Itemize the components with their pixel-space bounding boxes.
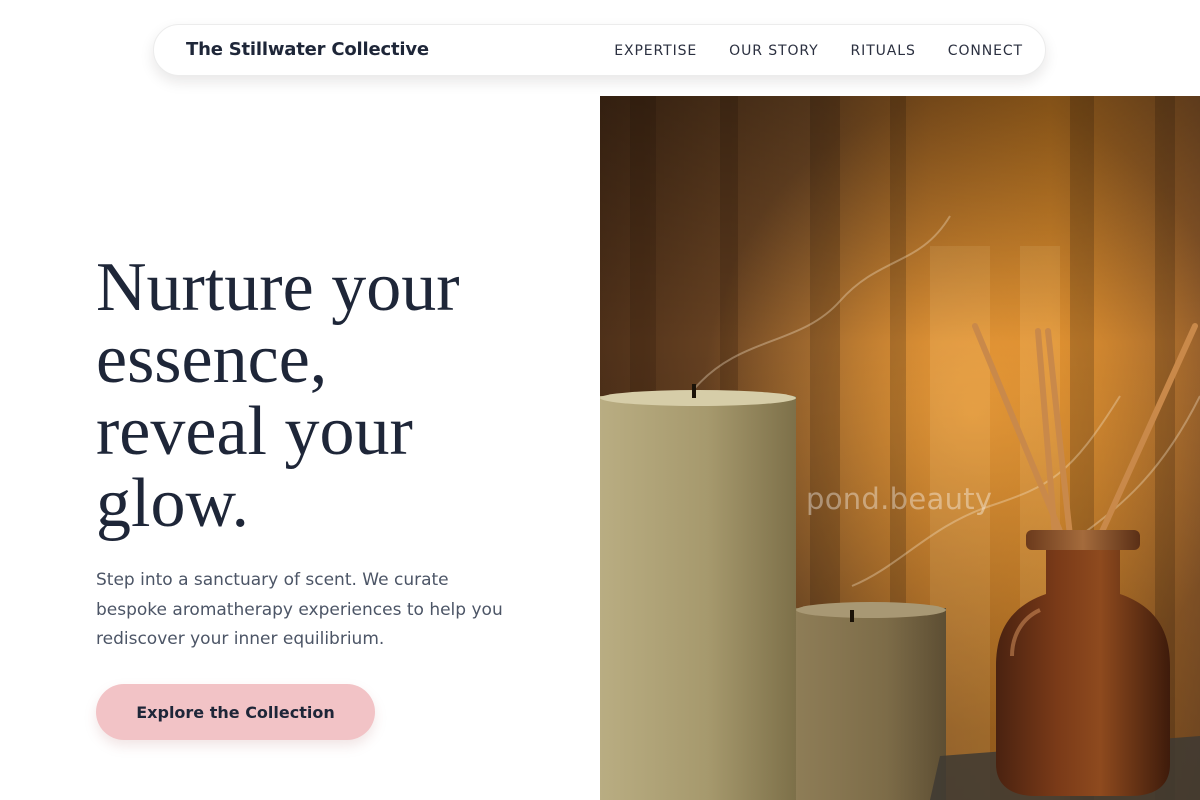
nav-link-expertise[interactable]: EXPERTISE xyxy=(614,42,697,60)
hero-image: pond.beauty xyxy=(600,96,1200,800)
image-watermark: pond.beauty xyxy=(806,482,993,516)
nav-link-rituals[interactable]: RITUALS xyxy=(851,42,916,60)
hero-description: Step into a sanctuary of scent. We curat… xyxy=(96,570,503,649)
explore-collection-button[interactable]: Explore the Collection xyxy=(96,684,375,740)
hero-headline-line: essence, xyxy=(96,321,328,398)
nav-link-our-story[interactable]: OUR STORY xyxy=(729,42,818,60)
nav-links: EXPERTISE OUR STORY RITUALS CONNECT xyxy=(614,42,1023,60)
top-navbar: The Stillwater Collective EXPERTISE OUR … xyxy=(153,24,1046,76)
landing-page: The Stillwater Collective EXPERTISE OUR … xyxy=(0,0,1200,800)
hero-headline-line: Nurture your xyxy=(96,249,460,326)
hero-headline: Nurture your essence, reveal your glow. xyxy=(96,252,556,540)
nav-link-connect[interactable]: CONNECT xyxy=(948,42,1023,60)
brand-logo-text[interactable]: The Stillwater Collective xyxy=(186,39,429,61)
hero-headline-line: reveal your xyxy=(96,393,413,470)
hero-headline-line: glow. xyxy=(96,465,249,542)
candle-scene-illustration xyxy=(600,96,1200,800)
